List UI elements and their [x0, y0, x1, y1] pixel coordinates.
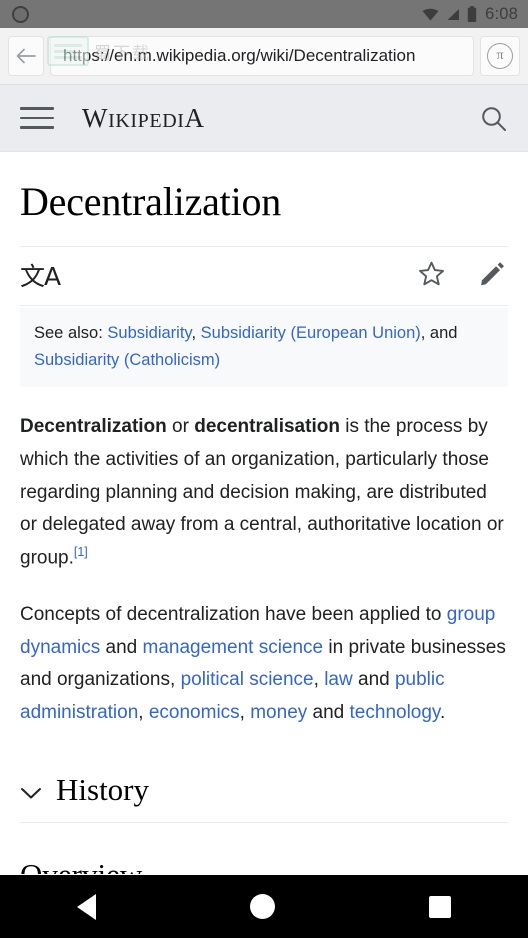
- hamburger-menu-icon[interactable]: [20, 107, 54, 129]
- lead-paragraph-1: Decentralization or decentralisation is …: [20, 411, 508, 575]
- pencil-icon[interactable]: [479, 261, 505, 292]
- android-status-bar: 6:08: [0, 0, 528, 28]
- link-management-science[interactable]: management science: [143, 637, 324, 658]
- chevron-down-icon: [20, 772, 42, 808]
- star-outline-icon[interactable]: [418, 261, 445, 292]
- section-history-header[interactable]: History: [20, 772, 508, 822]
- nav-recents-button[interactable]: [429, 895, 451, 918]
- hatnote-link-subsidiarity-eu[interactable]: Subsidiarity (European Union): [201, 324, 421, 342]
- lead-paragraph-2: Concepts of decentralization have been a…: [20, 599, 508, 730]
- wikipedia-header: WIKIPEDIA: [0, 85, 528, 152]
- wordmark-a: A: [184, 102, 205, 133]
- article-action-icons: [418, 261, 508, 292]
- link-political-science[interactable]: political science: [181, 669, 314, 690]
- article-action-bar: 文A: [20, 247, 508, 305]
- android-navigation-bar: [0, 875, 528, 938]
- p1-rest: is the process by which the activities o…: [20, 416, 504, 569]
- link-money[interactable]: money: [250, 702, 307, 723]
- p2-t7: ,: [239, 702, 251, 724]
- browser-back-button[interactable]: [8, 36, 44, 76]
- nav-home-button[interactable]: [250, 894, 275, 919]
- hatnote-see-also: See also: Subsidiarity, Subsidiarity (Eu…: [20, 308, 508, 388]
- wifi-icon: [422, 8, 439, 21]
- p2-t5: and: [352, 669, 395, 691]
- nav-back-button[interactable]: [77, 893, 96, 920]
- browser-url-bar: https://en.m.wikipedia.org/wiki/Decentra…: [0, 28, 528, 85]
- page-title: Decentralization: [20, 179, 282, 224]
- back-arrow-icon: [16, 48, 36, 64]
- search-icon[interactable]: [478, 103, 508, 133]
- wordmark-ikipedi: IKIPEDI: [108, 109, 185, 132]
- link-economics[interactable]: economics: [149, 702, 240, 723]
- reader-mode-button[interactable]: π: [480, 36, 520, 76]
- hatnote-sep-1: ,: [191, 324, 201, 342]
- status-bar-clock: 6:08: [485, 4, 518, 23]
- p2-t9: .: [440, 702, 446, 724]
- battery-icon: [467, 6, 477, 22]
- actionbar-divider: [20, 305, 508, 306]
- section-history-title: History: [56, 771, 149, 807]
- language-icon: 文A: [20, 261, 61, 291]
- hatnote-prefix: See also:: [34, 324, 108, 342]
- p2-t6: ,: [138, 702, 149, 724]
- hatnote-link-subsidiarity[interactable]: Subsidiarity: [107, 324, 191, 342]
- status-left-icons: [12, 5, 29, 23]
- wikipedia-wordmark[interactable]: WIKIPEDIA: [82, 103, 205, 134]
- reference-1[interactable]: [1]: [74, 545, 88, 559]
- status-right-icons: 6:08: [422, 5, 518, 24]
- p2-t8: and: [307, 702, 350, 724]
- p2-t4: ,: [313, 669, 325, 691]
- notification-dot-icon: [12, 5, 29, 23]
- term-decentralization: Decentralization: [20, 416, 167, 438]
- p2-t1: Concepts of decentralization have been a…: [20, 604, 447, 626]
- section-divider: [20, 821, 508, 823]
- section-history[interactable]: History: [20, 772, 508, 823]
- hatnote-sep-2: , and: [420, 324, 458, 342]
- link-law[interactable]: law: [324, 669, 353, 690]
- link-technology[interactable]: technology: [350, 702, 441, 723]
- language-button[interactable]: 文A: [20, 261, 61, 291]
- term-decentralisation: decentralisation: [194, 416, 340, 438]
- article-body: Decentralization 文A See also: Subsidiari…: [0, 152, 528, 874]
- pi-icon: π: [487, 43, 513, 69]
- cell-signal-icon: [446, 8, 460, 21]
- url-input[interactable]: https://en.m.wikipedia.org/wiki/Decentra…: [50, 36, 474, 76]
- p1-mid: or: [166, 416, 195, 438]
- p2-t2: and: [100, 636, 143, 658]
- section-overview-title[interactable]: Overview: [20, 857, 508, 874]
- wordmark-w: W: [82, 102, 109, 133]
- hatnote-link-subsidiarity-catholicism[interactable]: Subsidiarity (Catholicism): [34, 351, 220, 369]
